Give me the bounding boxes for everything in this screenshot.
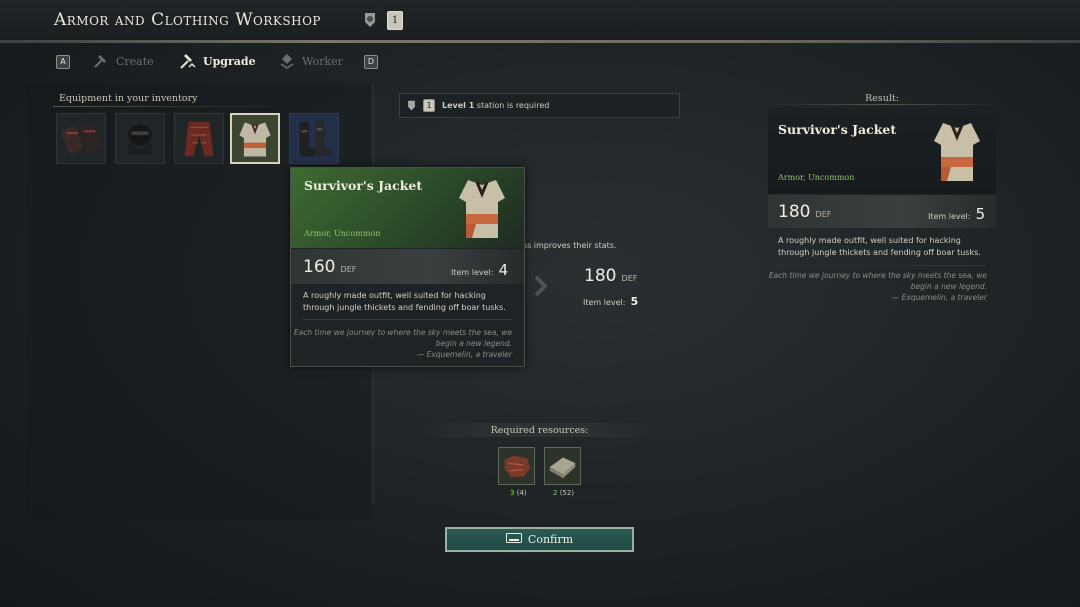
upgrade-icon [179,52,197,70]
tab-upgrade[interactable]: Upgrade [179,52,256,70]
tooltip-separator [303,319,512,320]
requirement-level: Level 1 [442,101,475,110]
hammer-icon [92,52,110,70]
tooltip-description: A roughly made outfit, well suited for h… [303,290,506,314]
confirm-button[interactable]: Confirm [445,527,634,552]
inventory-slot-trousers[interactable] [174,113,224,164]
tooltip-def-value: 160 [303,257,336,277]
inventory-slot-boots[interactable] [289,113,339,164]
tab-create[interactable]: Create [92,52,154,70]
tab-worker[interactable]: Worker [278,52,343,70]
upgrade-note: ns improves their stats. [522,241,617,250]
result-item-level-label: Item level: [928,212,971,221]
tooltip-def: 160 DEF [303,257,356,277]
tab-create-label: Create [116,54,154,68]
requirement-suffix: station is required [474,101,550,110]
tooltip-quote: Each time we journey to where the sky me… [294,327,512,360]
tab-upgrade-label: Upgrade [203,54,256,68]
result-card: Survivor's Jacket Armor, Uncommon 180 DE… [768,108,996,308]
tooltip-def-unit: DEF [340,265,357,274]
item-tooltip: Survivor's Jacket Armor, Uncommon 160 DE… [290,167,525,367]
worker-icon [278,52,296,70]
resources-label: Required resources: [490,425,589,436]
result-quote: Each time we journey to where the sky me… [769,270,987,303]
tooltip-item-name: Survivor's Jacket [304,178,423,193]
tooltip-quote-line-2: begin a new legend. [435,339,512,348]
resource-slot-leather[interactable] [498,447,535,485]
arrow-right-icon [533,275,549,297]
resource-need-cloth: 2 [553,489,558,497]
tooltip-rarity: Armor, Uncommon [304,229,381,238]
result-jacket-icon [929,117,985,187]
tooltip-desc-line-2: through jungle thickets and fending off … [303,303,506,312]
upgraded-def-unit: DEF [621,274,638,283]
result-def-value: 180 [778,202,811,222]
inventory-slot-mask[interactable] [115,113,165,164]
result-label-underline [768,104,996,105]
inventory-slot-jacket[interactable] [230,113,280,164]
result-quote-line-3: — Exquemelin, a traveler [891,293,987,302]
tooltip-quote-line-3: — Exquemelin, a traveler [416,350,512,359]
tooltip-item-level-label: Item level: [451,268,494,277]
jacket-icon [454,174,510,244]
result-def: 180 DEF [778,202,831,222]
result-description: A roughly made outfit, well suited for h… [778,235,981,259]
result-item-level: Item level: 5 [928,204,985,223]
tooltip-quote-line-1: Each time we journey to where the sky me… [293,328,512,337]
result-item-name: Survivor's Jacket [778,122,897,137]
upgraded-item-level-value: 5 [630,295,639,308]
result-item-level-value: 5 [975,205,986,223]
station-requirement: 1 Level 1 station is required [399,93,680,118]
station-small-level: 1 [423,99,435,112]
resource-have-leather: (4) [516,489,527,497]
resource-need-leather: 3 [510,489,515,497]
result-quote-line-2: begin a new legend. [910,282,987,291]
tooltip-desc-line-1: A roughly made outfit, well suited for h… [303,291,486,300]
upgraded-def-value: 180 [584,266,617,286]
result-desc-line-2: through jungle thickets and fending off … [778,248,981,257]
upgraded-item-level: Item level: 5 [583,290,638,309]
result-rarity: Armor, Uncommon [778,173,855,182]
result-desc-line-1: A roughly made outfit, well suited for h… [778,236,961,245]
inventory-label-underline [53,106,283,107]
resource-slot-cloth[interactable] [544,447,581,485]
keyboard-icon [505,533,522,546]
resource-count-cloth: 2 (52) [553,489,574,497]
tooltip-item-level: Item level: 4 [451,260,508,279]
result-label: Result: [865,93,899,104]
requirement-text: Level 1 station is required [442,101,549,110]
next-tab-key[interactable]: D [364,55,378,69]
upgraded-def: 180 DEF [584,266,637,286]
resource-count-leather: 3 (4) [510,489,527,497]
confirm-label: Confirm [527,533,574,546]
header-divider [0,40,1080,43]
result-def-unit: DEF [815,210,832,219]
inventory-label: Equipment in your inventory [59,93,198,104]
station-level-badge: 1 [387,11,403,30]
inventory-slot-bracers[interactable] [56,113,106,164]
resource-have-cloth: (52) [559,489,575,497]
prev-tab-key[interactable]: A [56,55,70,69]
station-icon [362,11,378,29]
result-separator [778,265,986,266]
station-small-icon [406,99,417,112]
tab-worker-label: Worker [302,54,343,68]
page-title: Armor and Clothing Workshop [54,10,321,30]
tooltip-item-level-value: 4 [498,261,509,279]
result-quote-line-1: Each time we journey to where the sky me… [768,271,987,280]
upgraded-item-level-label: Item level: [583,298,626,307]
